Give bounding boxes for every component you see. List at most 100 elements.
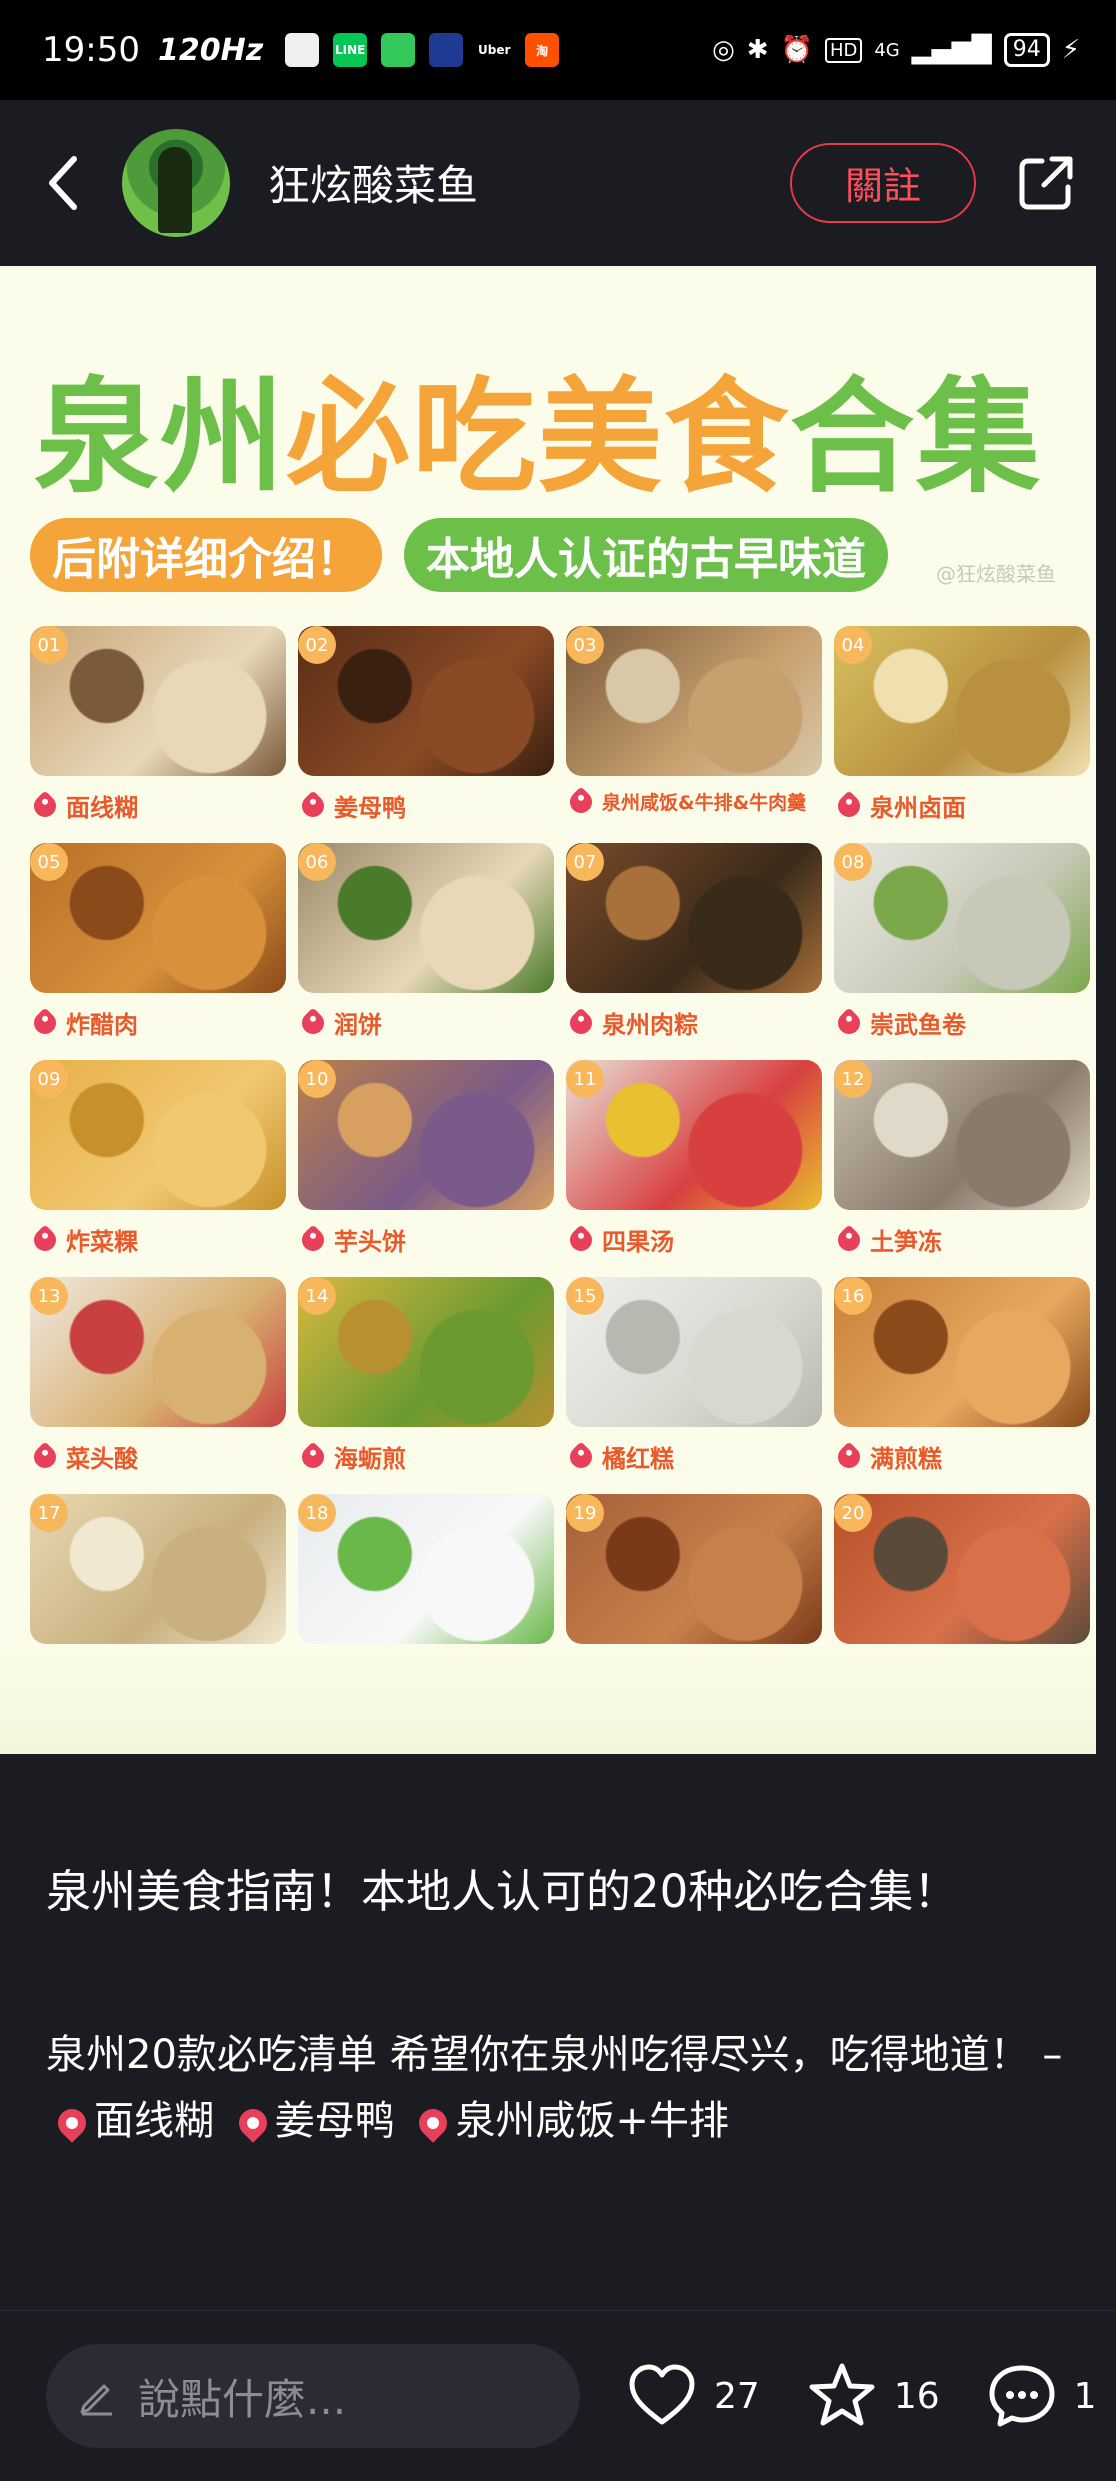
share-icon[interactable] <box>1014 151 1078 215</box>
tag-icon <box>565 785 597 818</box>
food-number-badge: 15 <box>566 1277 604 1315</box>
post-highlight: 面线糊 <box>94 2098 214 2144</box>
food-number-badge: 12 <box>834 1060 872 1098</box>
tag-icon <box>29 1223 61 1256</box>
hd-icon: HD <box>824 37 863 63</box>
post-image[interactable]: 泉州必吃美食合集 后附详细介绍！ 本地人认证的古早味道 @狂炫酸菜鱼 01 面线糊… <box>0 266 1096 1754</box>
author-name[interactable]: 狂炫酸菜鱼 <box>268 152 478 213</box>
author-avatar[interactable] <box>122 128 230 237</box>
comment-input[interactable]: 說點什麼... <box>46 2344 580 2448</box>
food-label-row: 泉州肉粽 <box>565 1005 822 1040</box>
status-time: 19:50 <box>42 30 140 70</box>
heart-icon <box>629 2364 695 2425</box>
poster-title-part3: 合集 <box>790 366 1043 510</box>
food-photo: 05 <box>30 843 286 993</box>
food-name: 泉州肉粽 <box>602 1011 698 1039</box>
food-name: 海蛎煎 <box>334 1445 406 1473</box>
tag-icon <box>29 1440 61 1473</box>
comment-bubble-icon <box>989 2365 1055 2427</box>
location-pin-icon <box>52 2103 92 2143</box>
uber-icon: Uber <box>477 33 512 67</box>
food-number-badge: 02 <box>298 626 336 664</box>
food-photo: 08 <box>834 843 1090 993</box>
food-label-row: 泉州咸饭&牛排&牛肉羹 <box>565 785 822 818</box>
collect-button[interactable]: 16 <box>804 2358 940 2434</box>
food-item: 04 泉州卤面 <box>833 626 1090 823</box>
poster-credit: @狂炫酸菜鱼 <box>936 562 1056 586</box>
star-icon <box>809 2363 875 2426</box>
food-name: 崇武鱼卷 <box>870 1011 966 1039</box>
food-label-row: 润饼 <box>297 1005 554 1040</box>
nav-icon <box>429 33 464 67</box>
food-photo: 02 <box>298 626 554 776</box>
tag-icon <box>297 1006 329 1039</box>
food-name: 满煎糕 <box>870 1445 942 1473</box>
food-photo: 13 <box>30 1277 286 1427</box>
food-photo: 20 <box>834 1494 1090 1644</box>
signal-icon: ▂▄▆█ <box>911 35 992 65</box>
food-label-row: 四果汤 <box>565 1222 822 1257</box>
tag-icon <box>297 789 329 822</box>
food-number-badge: 03 <box>566 626 604 664</box>
tag-icon <box>565 1440 597 1473</box>
poster-footer <box>0 1644 1096 1754</box>
wifi-icon: ◎ <box>712 35 735 65</box>
like-button[interactable]: 27 <box>624 2358 760 2434</box>
back-icon[interactable] <box>38 148 88 218</box>
poster-pill-right: 本地人认证的古早味道 <box>404 518 888 592</box>
food-item: 11 四果汤 <box>565 1060 822 1257</box>
food-photo: 14 <box>298 1277 554 1427</box>
food-name: 润饼 <box>334 1011 382 1039</box>
app-icon <box>285 33 320 67</box>
tag-icon <box>833 789 865 822</box>
food-label-row: 炸菜粿 <box>29 1222 286 1257</box>
food-item: 03 泉州咸饭&牛排&牛肉羹 <box>565 626 822 818</box>
food-name: 菜头酸 <box>66 1445 138 1473</box>
comment-button[interactable]: 1 <box>984 2358 1097 2434</box>
food-number-badge: 09 <box>30 1060 68 1098</box>
food-number-badge: 10 <box>298 1060 336 1098</box>
post-highlight: 姜母鸭 <box>274 2098 395 2144</box>
food-item: 06 润饼 <box>297 843 554 1040</box>
food-label-row: 满煎糕 <box>833 1439 1090 1474</box>
food-photo: 07 <box>566 843 822 993</box>
food-name: 橘红糕 <box>602 1445 674 1473</box>
food-item: 14 海蛎煎 <box>297 1277 554 1474</box>
food-name: 四果汤 <box>602 1228 674 1256</box>
location-pin-icon <box>413 2103 454 2143</box>
food-label-row: 菜头酸 <box>29 1439 286 1474</box>
status-bar: 19:50 120Hz LINE Uber 淘 ◎ ✱ ⏰ HD 4G ▂▄▆█ 9… <box>0 0 1116 100</box>
tag-icon <box>297 1223 329 1256</box>
food-label-row: 炸醋肉 <box>29 1005 286 1040</box>
food-item: 07 泉州肉粽 <box>565 843 822 1040</box>
food-number-badge: 19 <box>566 1494 604 1532</box>
follow-button[interactable]: 關註 <box>790 142 976 223</box>
poster-pills: 后附详细介绍！ 本地人认证的古早味道 <box>30 518 888 592</box>
food-label-row: 橘红糕 <box>565 1439 822 1474</box>
food-name: 炸醋肉 <box>66 1011 138 1039</box>
food-number-badge: 05 <box>30 843 68 881</box>
food-label-row: 海蛎煎 <box>297 1439 554 1474</box>
food-number-badge: 17 <box>30 1494 68 1532</box>
food-label-row: 芋头饼 <box>297 1222 554 1257</box>
food-photo: 04 <box>834 626 1090 776</box>
food-item: 16 满煎糕 <box>833 1277 1090 1474</box>
food-photo: 18 <box>298 1494 554 1644</box>
tag-icon <box>565 1223 597 1256</box>
food-name: 泉州卤面 <box>870 794 966 822</box>
post-body-intro: 泉州20款必吃清单 希望你在泉州吃得尽兴，吃得地道！ – <box>46 2032 1063 2078</box>
food-number-badge: 14 <box>298 1277 336 1315</box>
food-number-badge: 20 <box>834 1494 872 1532</box>
tag-icon <box>833 1006 865 1039</box>
food-item: 05 炸醋肉 <box>29 843 286 1040</box>
food-photo: 16 <box>834 1277 1090 1427</box>
food-photo: 10 <box>298 1060 554 1210</box>
network-label: 4G <box>874 39 900 61</box>
food-item: 13 菜头酸 <box>29 1277 286 1474</box>
messages-icon <box>381 33 416 67</box>
food-name: 芋头饼 <box>334 1228 406 1256</box>
food-photo: 17 <box>30 1494 286 1644</box>
like-count: 27 <box>714 2375 760 2417</box>
line-icon: LINE <box>333 33 368 67</box>
tag-icon <box>565 1006 597 1039</box>
